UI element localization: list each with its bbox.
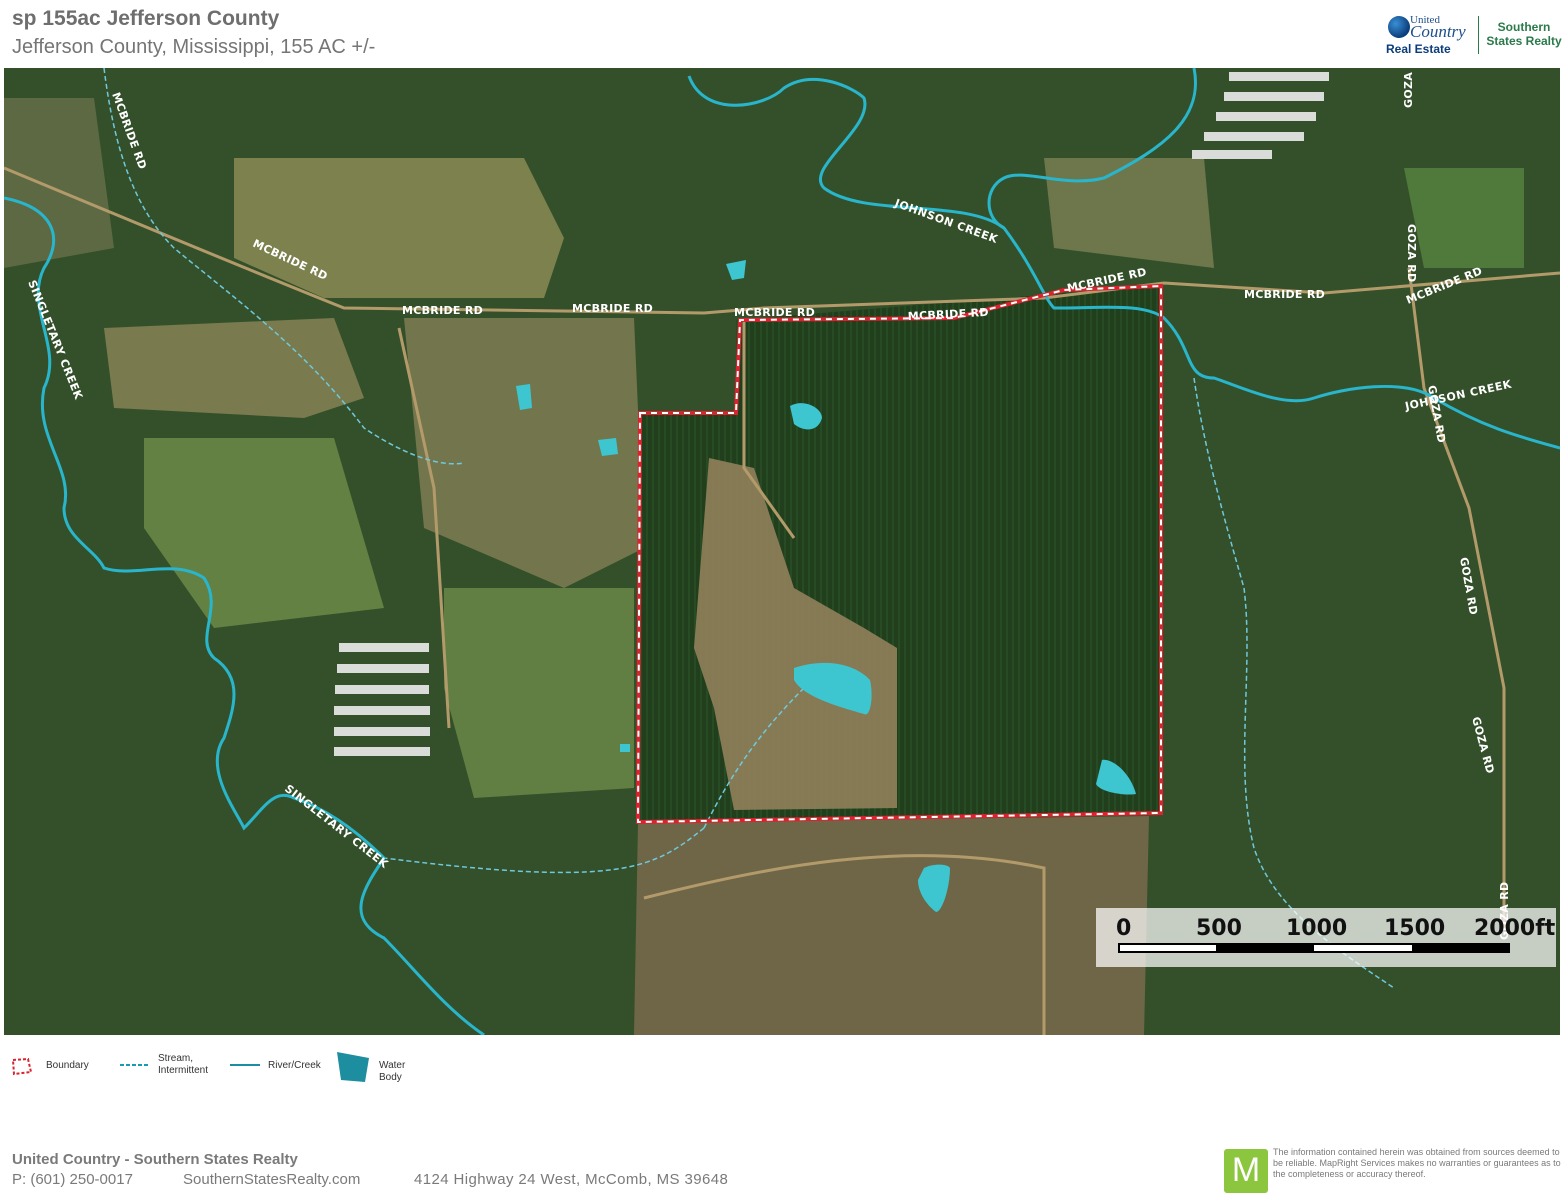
scale-track <box>1118 943 1510 953</box>
legend-boundary-label: Boundary <box>46 1060 89 1071</box>
pasture <box>104 318 364 418</box>
legend-stream-line2: Intermittent <box>158 1065 209 1076</box>
footer-address: 4124 Highway 24 West, McComb, MS 39648 <box>414 1171 729 1188</box>
stream-line-icon <box>120 1064 150 1066</box>
scale-segment <box>1216 945 1314 951</box>
road-label-mcbride: MCBRIDE RD <box>734 306 815 319</box>
boundary-swatch-icon <box>11 1057 33 1076</box>
united-country-logo: United Country Real Estate Southern Stat… <box>1384 12 1562 58</box>
scale-tick-label: 1000 <box>1286 916 1348 941</box>
legend-river-label: River/Creek <box>268 1060 321 1071</box>
water-body-swatch-icon <box>337 1052 369 1082</box>
logo-real-estate-text: Real Estate <box>1386 42 1451 56</box>
river-line-icon <box>230 1064 260 1066</box>
scale-tick-label: 500 <box>1196 916 1242 941</box>
scale-segment <box>1412 945 1508 951</box>
map-title: sp 155ac Jefferson County <box>12 7 280 30</box>
mapright-logo: M <box>1224 1149 1268 1193</box>
mapright-logo-letter: M <box>1231 1151 1261 1189</box>
scale-bar: 0 500 1000 1500 2000ft <box>1096 908 1556 967</box>
legend-water-label: Water Body <box>379 1060 406 1083</box>
map-legend: Boundary Stream, Intermittent River/Cree… <box>10 1050 470 1090</box>
scale-tick-label: 0 <box>1116 916 1132 941</box>
map-subtitle: Jefferson County, Mississippi, 155 AC +/… <box>12 36 376 58</box>
road-label-goza: GOZA RD <box>1402 68 1415 108</box>
legend-stream-line1: Stream, <box>158 1053 194 1064</box>
logo-southern-text: Southern <box>1497 20 1551 34</box>
road-label-mcbride: MCBRIDE RD <box>402 304 483 317</box>
aerial-map[interactable]: MCBRIDE RD MCBRIDE RD MCBRIDE RD MCBRIDE… <box>4 68 1560 1035</box>
footer-website[interactable]: SouthernStatesRealty.com <box>183 1171 360 1188</box>
water-body <box>620 744 630 752</box>
road-label-goza: GOZA RD <box>1405 224 1418 282</box>
logo-divider <box>1478 16 1479 54</box>
legend-stream-label: Stream, Intermittent <box>158 1053 208 1077</box>
scale-tick-label: 1500 <box>1384 916 1446 941</box>
clearcut-area <box>634 816 1149 1035</box>
pasture <box>234 158 564 298</box>
logo-southern-states-realty: Southern States Realty <box>1484 20 1564 48</box>
footer-phone: P: (601) 250-0017 <box>12 1171 133 1188</box>
map-canvas: MCBRIDE RD MCBRIDE RD MCBRIDE RD MCBRIDE… <box>4 68 1560 1035</box>
globe-icon <box>1388 16 1410 38</box>
logo-country-text: Country <box>1410 22 1466 41</box>
road-label-mcbride: MCBRIDE RD <box>1244 288 1325 301</box>
footer-company: United Country - Southern States Realty <box>12 1151 298 1168</box>
pasture <box>1404 168 1524 268</box>
footer-disclaimer: The information contained herein was obt… <box>1273 1147 1561 1179</box>
pasture <box>444 588 634 798</box>
logo-states-realty-text: States Realty <box>1486 34 1562 48</box>
road-label-mcbride: MCBRIDE RD <box>572 302 653 315</box>
scale-tick-label: 2000ft <box>1474 916 1556 941</box>
